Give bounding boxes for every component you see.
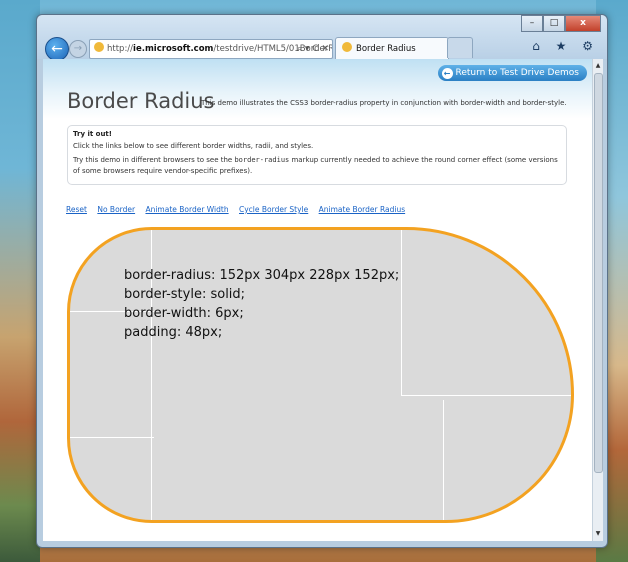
- link-animate-border-width[interactable]: Animate Border Width: [145, 205, 228, 214]
- return-label: Return to Test Drive Demos: [455, 68, 580, 78]
- link-no-border[interactable]: No Border: [97, 205, 135, 214]
- try-it-out-heading: Try it out!: [73, 130, 112, 138]
- page-viewport: ← Return to Test Drive Demos Border Radiu…: [43, 59, 593, 541]
- maximize-button[interactable]: □: [543, 15, 565, 32]
- arrow-left-icon: ←: [51, 41, 63, 57]
- url-host: ie.microsoft.com: [133, 44, 214, 54]
- return-to-demos-button[interactable]: ← Return to Test Drive Demos: [437, 65, 587, 81]
- demo-line-border-style: border-style: solid;: [124, 287, 246, 302]
- tab-title: Border Radius: [356, 44, 416, 54]
- link-reset[interactable]: Reset: [66, 205, 87, 214]
- back-circle-icon: ←: [441, 68, 453, 79]
- address-tools[interactable]: ⌕ ▾ C ✕: [297, 40, 329, 58]
- demo-links: Reset No Border Animate Border Width Cyc…: [66, 205, 413, 214]
- vertical-scrollbar[interactable]: ▲ ▼: [592, 59, 603, 541]
- close-button[interactable]: x: [565, 15, 601, 32]
- radius-guide-line: [401, 395, 571, 396]
- demo-line-padding: padding: 48px;: [124, 325, 223, 340]
- desktop-background-left: [0, 0, 40, 562]
- radius-guide-line: [443, 400, 444, 520]
- scroll-thumb[interactable]: [594, 73, 603, 473]
- try-it-out-line1: Click the links below to see different b…: [73, 142, 314, 150]
- demo-line-border-width: border-width: 6px;: [124, 306, 244, 321]
- radius-guide-line: [401, 230, 402, 396]
- arrow-right-icon: →: [73, 43, 83, 54]
- border-radius-demo-box: border-radius: 152px 304px 228px 152px; …: [67, 227, 574, 523]
- try-it-out-line2: Try this demo in different browsers to s…: [73, 156, 558, 175]
- ie-favicon-icon: [342, 42, 352, 52]
- browser-window: ← → http://ie.microsoft.com/testdrive/HT…: [36, 14, 608, 548]
- page-title: Border Radius: [67, 89, 215, 113]
- toolbar-icons[interactable]: ⌂ ★ ⚙: [532, 39, 599, 53]
- ie-favicon-icon: [94, 42, 104, 52]
- scroll-down-icon[interactable]: ▼: [593, 529, 603, 539]
- try-it-out-box: Try it out! Click the links below to see…: [67, 125, 567, 185]
- address-bar[interactable]: http://ie.microsoft.com/testdrive/HTML5/…: [89, 39, 333, 59]
- new-tab-button[interactable]: [447, 37, 473, 58]
- page-description: This demo illustrates the CSS3 border-ra…: [201, 99, 567, 107]
- demo-css-text: border-radius: 152px 304px 228px 152px; …: [124, 266, 399, 342]
- minimize-button[interactable]: –: [521, 15, 543, 32]
- code-border-radius: border-radius: [234, 156, 290, 164]
- browser-titlebar: ← → http://ie.microsoft.com/testdrive/HT…: [37, 15, 607, 61]
- link-animate-border-radius[interactable]: Animate Border Radius: [319, 205, 405, 214]
- tab-border-radius[interactable]: Border Radius: [335, 37, 449, 60]
- url-prefix: http://: [107, 44, 134, 54]
- window-controls: – □ x: [521, 15, 601, 32]
- scroll-up-icon[interactable]: ▲: [593, 61, 603, 71]
- back-button[interactable]: ←: [45, 37, 69, 61]
- link-cycle-border-style[interactable]: Cycle Border Style: [239, 205, 308, 214]
- radius-guide-line: [70, 437, 154, 438]
- demo-line-border-radius: border-radius: 152px 304px 228px 152px;: [124, 268, 400, 283]
- forward-button[interactable]: →: [69, 40, 87, 58]
